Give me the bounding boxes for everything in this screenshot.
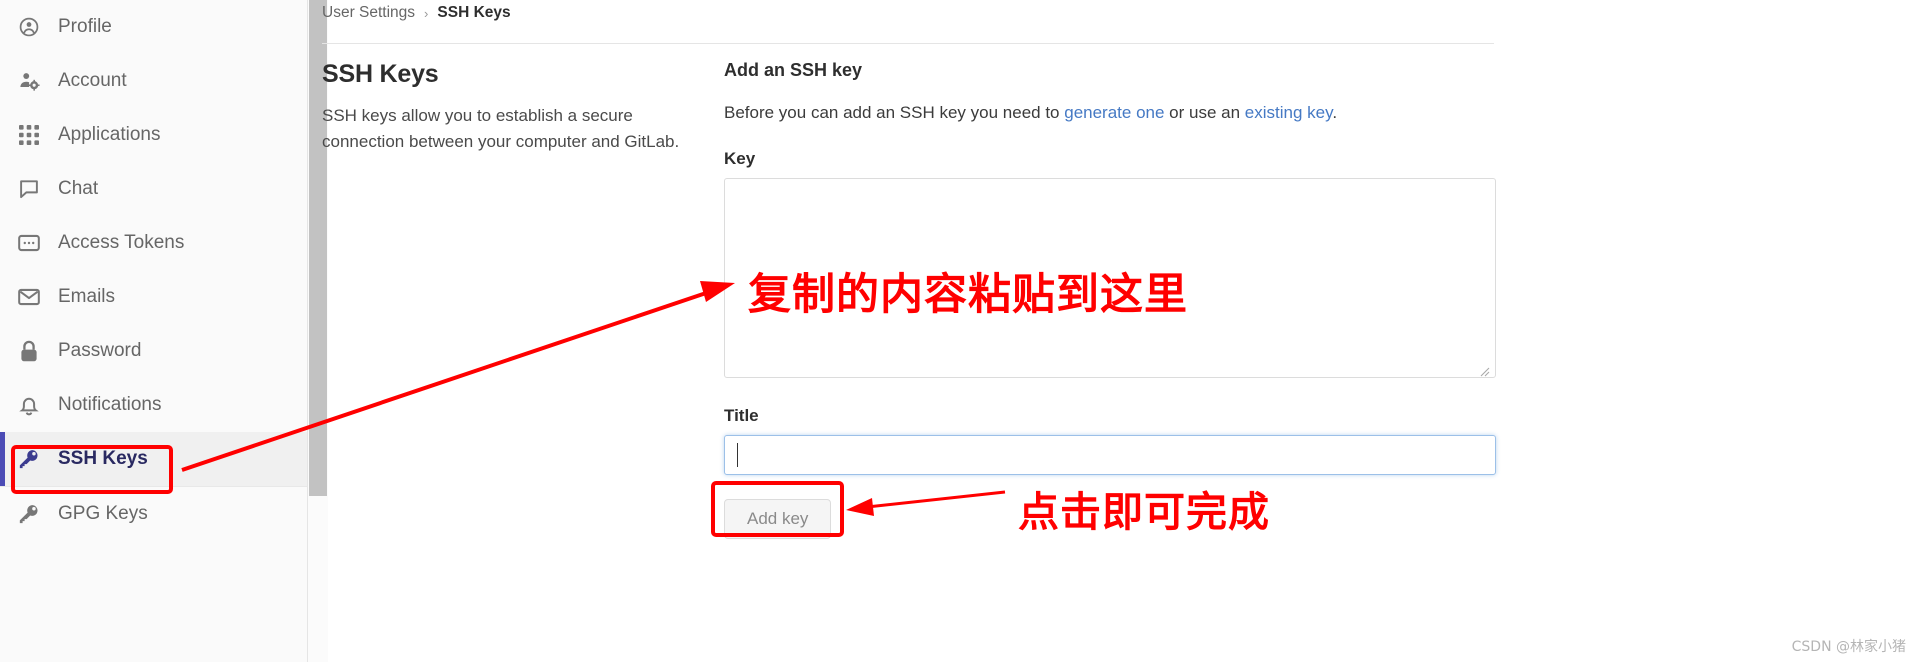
generate-one-link[interactable]: generate one: [1064, 103, 1164, 122]
breadcrumb-divider: [322, 43, 1494, 44]
sidebar-item-label: Account: [58, 70, 127, 91]
title-input[interactable]: [724, 435, 1496, 475]
add-key-button[interactable]: Add key: [724, 499, 832, 539]
sidebar-item-label: Emails: [58, 286, 116, 307]
sidebar-item-label: Password: [58, 340, 142, 361]
page-description: SSH keys allow you to establish a secure…: [322, 106, 680, 152]
add-ssh-key-form: Add an SSH key Before you can add an SSH…: [724, 60, 1496, 539]
title-field-label: Title: [724, 406, 759, 425]
sidebar-item-label: Chat: [58, 178, 99, 199]
account-gear-icon: [16, 68, 42, 94]
user-circle-icon: [16, 14, 42, 40]
title-input-wrapper: [724, 435, 1496, 475]
breadcrumb-parent[interactable]: User Settings: [322, 4, 415, 22]
page-title: SSH Keys: [322, 60, 439, 88]
sidebar-item-label: Profile: [58, 16, 112, 37]
lock-icon: [16, 338, 42, 364]
sidebar-item-label: Applications: [58, 124, 161, 145]
sidebar-item-label: GPG Keys: [58, 503, 148, 524]
form-help-text: Before you can add an SSH key you need t…: [724, 103, 1496, 123]
sidebar-item-chat[interactable]: Chat: [0, 162, 307, 216]
sidebar-item-password[interactable]: Password: [0, 324, 307, 378]
text-cursor: [737, 443, 738, 467]
envelope-icon: [16, 284, 42, 310]
help-middle: or use an: [1164, 103, 1245, 122]
sidebar-item-gpg-keys[interactable]: GPG Keys: [0, 487, 307, 541]
main-content: User Settings › SSH Keys SSH Keys SSH ke…: [322, 0, 1920, 662]
chat-bubble-icon: [16, 176, 42, 202]
form-heading: Add an SSH key: [724, 60, 863, 80]
settings-sidebar: Profile Account Applications Chat Access…: [0, 0, 308, 662]
sidebar-item-access-tokens[interactable]: Access Tokens: [0, 216, 307, 270]
sidebar-item-account[interactable]: Account: [0, 54, 307, 108]
sidebar-item-label: Notifications: [58, 394, 162, 415]
sidebar-item-ssh-keys[interactable]: SSH Keys: [0, 432, 307, 486]
key-icon: [16, 446, 42, 472]
chevron-right-icon: ›: [424, 5, 429, 21]
help-suffix: .: [1332, 103, 1338, 122]
existing-key-link[interactable]: existing key: [1245, 103, 1333, 122]
key-textarea-wrapper: [724, 178, 1496, 383]
breadcrumb-current: SSH Keys: [437, 4, 511, 21]
settings-description-column: SSH Keys SSH keys allow you to establish…: [322, 60, 697, 156]
sidebar-item-label: SSH Keys: [58, 448, 148, 469]
key-icon: [16, 501, 42, 527]
key-textarea[interactable]: [724, 178, 1496, 378]
sidebar-item-label: Access Tokens: [58, 232, 185, 253]
bell-icon: [16, 392, 42, 418]
sidebar-item-emails[interactable]: Emails: [0, 270, 307, 324]
help-prefix: Before you can add an SSH key you need t…: [724, 103, 1065, 122]
key-field-label: Key: [724, 149, 756, 168]
sidebar-item-applications[interactable]: Applications: [0, 108, 307, 162]
breadcrumb: User Settings › SSH Keys: [322, 4, 511, 22]
sidebar-item-notifications[interactable]: Notifications: [0, 378, 307, 432]
grid-apps-icon: [16, 122, 42, 148]
token-card-icon: [16, 230, 42, 256]
csdn-watermark: CSDN @林家小猪: [1791, 639, 1906, 655]
sidebar-item-profile[interactable]: Profile: [0, 0, 307, 54]
